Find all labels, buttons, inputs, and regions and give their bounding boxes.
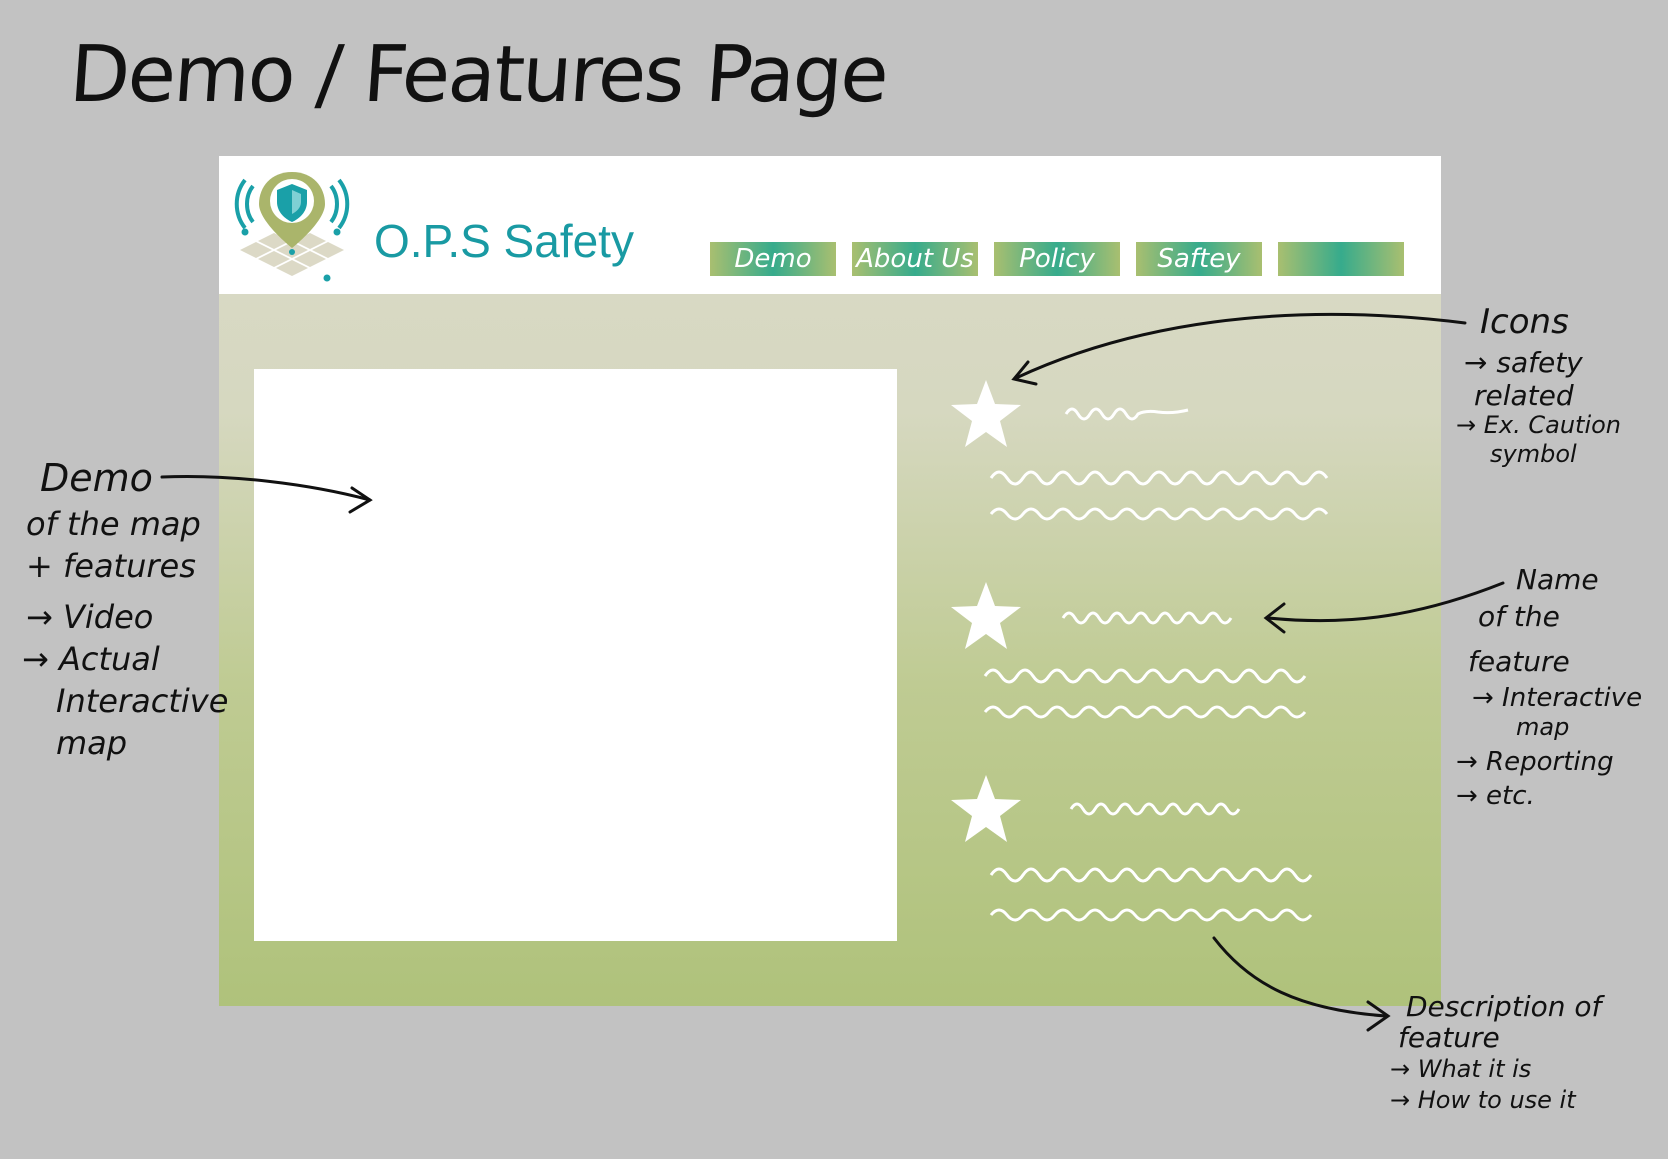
annotation-line: Icons [1480, 302, 1569, 342]
annotation-line: → What it is [1390, 1054, 1532, 1083]
annotation-line: → Reporting [1456, 747, 1614, 778]
annotation-line: Name [1516, 563, 1599, 596]
annotation-line: → Interactive [1472, 682, 1643, 713]
annotation-line: feature [1398, 1020, 1500, 1054]
annotation-line: → Video [26, 597, 154, 636]
annotation-line: map [1516, 713, 1570, 742]
annotation-line: Description of [1406, 990, 1602, 1023]
annotation-line: map [56, 724, 128, 763]
annotation-line: + features [26, 547, 196, 586]
annotation-line: symbol [1490, 439, 1577, 468]
annotation-line: Demo [40, 456, 153, 500]
demo-annotation: Demo of the map + features → Video → Act… [22, 453, 229, 765]
annotation-line: → safety [1464, 345, 1583, 379]
annotation-line: → Actual [22, 639, 160, 678]
icons-annotation: Icons → safety related → Ex. Caution sym… [1456, 300, 1621, 468]
annotation-line: → Ex. Caution [1456, 410, 1622, 439]
annotation-line: feature [1468, 644, 1570, 678]
description-annotation: Description of feature → What it is → Ho… [1390, 990, 1602, 1116]
annotation-line: → How to use it [1390, 1085, 1576, 1114]
annotation-line: related [1474, 378, 1574, 412]
name-annotation: Name of the feature → Interactive map → … [1456, 562, 1642, 814]
annotation-line: of the [1478, 599, 1560, 633]
annotation-arrows [160, 312, 1505, 1032]
annotation-line: Interactive [56, 682, 229, 721]
annotation-line: of the map [26, 505, 201, 544]
annotation-line: → etc. [1456, 781, 1535, 812]
